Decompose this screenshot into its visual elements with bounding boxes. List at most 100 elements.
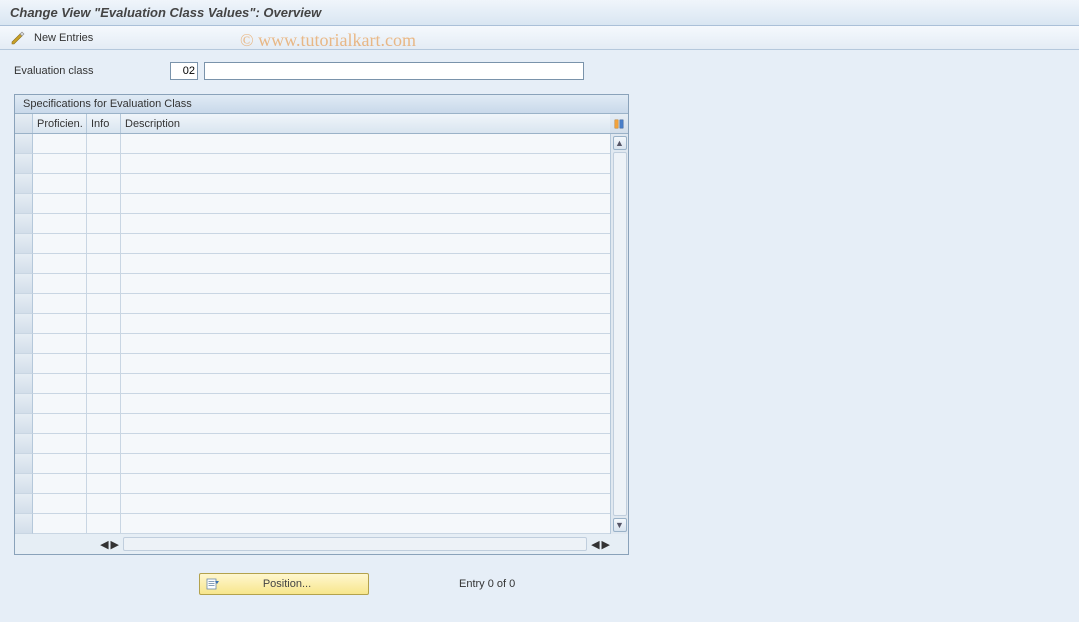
cell-proficiency[interactable] bbox=[33, 194, 87, 214]
scroll-down-icon[interactable]: ▼ bbox=[613, 518, 627, 532]
table-row[interactable] bbox=[15, 314, 610, 334]
cell-info[interactable] bbox=[87, 294, 121, 314]
row-selector[interactable] bbox=[15, 194, 33, 214]
table-row[interactable] bbox=[15, 254, 610, 274]
table-row[interactable] bbox=[15, 394, 610, 414]
table-row[interactable] bbox=[15, 154, 610, 174]
grid-select-all-header[interactable] bbox=[15, 114, 33, 133]
vertical-scrollbar[interactable]: ▲ ▼ bbox=[610, 134, 628, 534]
row-selector[interactable] bbox=[15, 374, 33, 394]
row-selector[interactable] bbox=[15, 214, 33, 234]
cell-info[interactable] bbox=[87, 454, 121, 474]
cell-info[interactable] bbox=[87, 214, 121, 234]
cell-proficiency[interactable] bbox=[33, 274, 87, 294]
table-row[interactable] bbox=[15, 234, 610, 254]
cell-info[interactable] bbox=[87, 194, 121, 214]
cell-info[interactable] bbox=[87, 514, 121, 534]
scroll-left-icon[interactable]: ◀ bbox=[100, 538, 108, 551]
cell-description[interactable] bbox=[121, 354, 610, 374]
cell-proficiency[interactable] bbox=[33, 434, 87, 454]
cell-proficiency[interactable] bbox=[33, 314, 87, 334]
cell-proficiency[interactable] bbox=[33, 334, 87, 354]
cell-proficiency[interactable] bbox=[33, 374, 87, 394]
table-row[interactable] bbox=[15, 174, 610, 194]
cell-description[interactable] bbox=[121, 494, 610, 514]
table-row[interactable] bbox=[15, 474, 610, 494]
cell-info[interactable] bbox=[87, 334, 121, 354]
cell-proficiency[interactable] bbox=[33, 514, 87, 534]
table-row[interactable] bbox=[15, 514, 610, 534]
cell-description[interactable] bbox=[121, 394, 610, 414]
cell-info[interactable] bbox=[87, 494, 121, 514]
table-row[interactable] bbox=[15, 414, 610, 434]
cell-proficiency[interactable] bbox=[33, 134, 87, 154]
cell-description[interactable] bbox=[121, 474, 610, 494]
row-selector[interactable] bbox=[15, 354, 33, 374]
cell-info[interactable] bbox=[87, 154, 121, 174]
cell-description[interactable] bbox=[121, 154, 610, 174]
cell-info[interactable] bbox=[87, 274, 121, 294]
row-selector[interactable] bbox=[15, 494, 33, 514]
cell-description[interactable] bbox=[121, 314, 610, 334]
row-selector[interactable] bbox=[15, 234, 33, 254]
table-row[interactable] bbox=[15, 454, 610, 474]
cell-description[interactable] bbox=[121, 174, 610, 194]
cell-proficiency[interactable] bbox=[33, 154, 87, 174]
cell-proficiency[interactable] bbox=[33, 234, 87, 254]
cell-info[interactable] bbox=[87, 354, 121, 374]
table-row[interactable] bbox=[15, 434, 610, 454]
cell-proficiency[interactable] bbox=[33, 354, 87, 374]
cell-info[interactable] bbox=[87, 174, 121, 194]
cell-description[interactable] bbox=[121, 454, 610, 474]
cell-info[interactable] bbox=[87, 314, 121, 334]
row-selector[interactable] bbox=[15, 154, 33, 174]
cell-description[interactable] bbox=[121, 514, 610, 534]
cell-description[interactable] bbox=[121, 434, 610, 454]
cell-proficiency[interactable] bbox=[33, 294, 87, 314]
row-selector[interactable] bbox=[15, 394, 33, 414]
cell-proficiency[interactable] bbox=[33, 494, 87, 514]
cell-description[interactable] bbox=[121, 134, 610, 154]
cell-description[interactable] bbox=[121, 214, 610, 234]
cell-description[interactable] bbox=[121, 234, 610, 254]
new-entries-button[interactable]: New Entries bbox=[34, 32, 93, 44]
cell-info[interactable] bbox=[87, 394, 121, 414]
cell-info[interactable] bbox=[87, 134, 121, 154]
cell-info[interactable] bbox=[87, 474, 121, 494]
scroll-track-vertical[interactable] bbox=[613, 152, 627, 516]
cell-info[interactable] bbox=[87, 234, 121, 254]
cell-proficiency[interactable] bbox=[33, 254, 87, 274]
cell-proficiency[interactable] bbox=[33, 394, 87, 414]
row-selector[interactable] bbox=[15, 254, 33, 274]
grid-header-info[interactable]: Info bbox=[87, 114, 121, 133]
horizontal-scrollbar[interactable]: ◀ ▶ ◀ ▶ bbox=[15, 534, 628, 554]
cell-description[interactable] bbox=[121, 334, 610, 354]
scroll-right-step-icon[interactable]: ▶ bbox=[111, 538, 119, 551]
cell-proficiency[interactable] bbox=[33, 414, 87, 434]
row-selector[interactable] bbox=[15, 334, 33, 354]
cell-info[interactable] bbox=[87, 254, 121, 274]
cell-description[interactable] bbox=[121, 254, 610, 274]
row-selector[interactable] bbox=[15, 314, 33, 334]
row-selector[interactable] bbox=[15, 514, 33, 534]
row-selector[interactable] bbox=[15, 294, 33, 314]
row-selector[interactable] bbox=[15, 174, 33, 194]
table-row[interactable] bbox=[15, 214, 610, 234]
toggle-display-change-icon[interactable] bbox=[10, 30, 26, 46]
scroll-track-horizontal[interactable] bbox=[123, 537, 587, 551]
grid-configure-icon[interactable] bbox=[610, 114, 628, 133]
position-button[interactable]: Position... bbox=[199, 573, 369, 595]
table-row[interactable] bbox=[15, 134, 610, 154]
table-row[interactable] bbox=[15, 334, 610, 354]
cell-proficiency[interactable] bbox=[33, 214, 87, 234]
row-selector[interactable] bbox=[15, 434, 33, 454]
grid-header-description[interactable]: Description bbox=[121, 114, 610, 133]
scroll-up-icon[interactable]: ▲ bbox=[613, 136, 627, 150]
cell-proficiency[interactable] bbox=[33, 474, 87, 494]
cell-info[interactable] bbox=[87, 414, 121, 434]
cell-description[interactable] bbox=[121, 274, 610, 294]
row-selector[interactable] bbox=[15, 134, 33, 154]
evaluation-class-desc-input[interactable] bbox=[204, 62, 584, 80]
cell-description[interactable] bbox=[121, 414, 610, 434]
table-row[interactable] bbox=[15, 494, 610, 514]
